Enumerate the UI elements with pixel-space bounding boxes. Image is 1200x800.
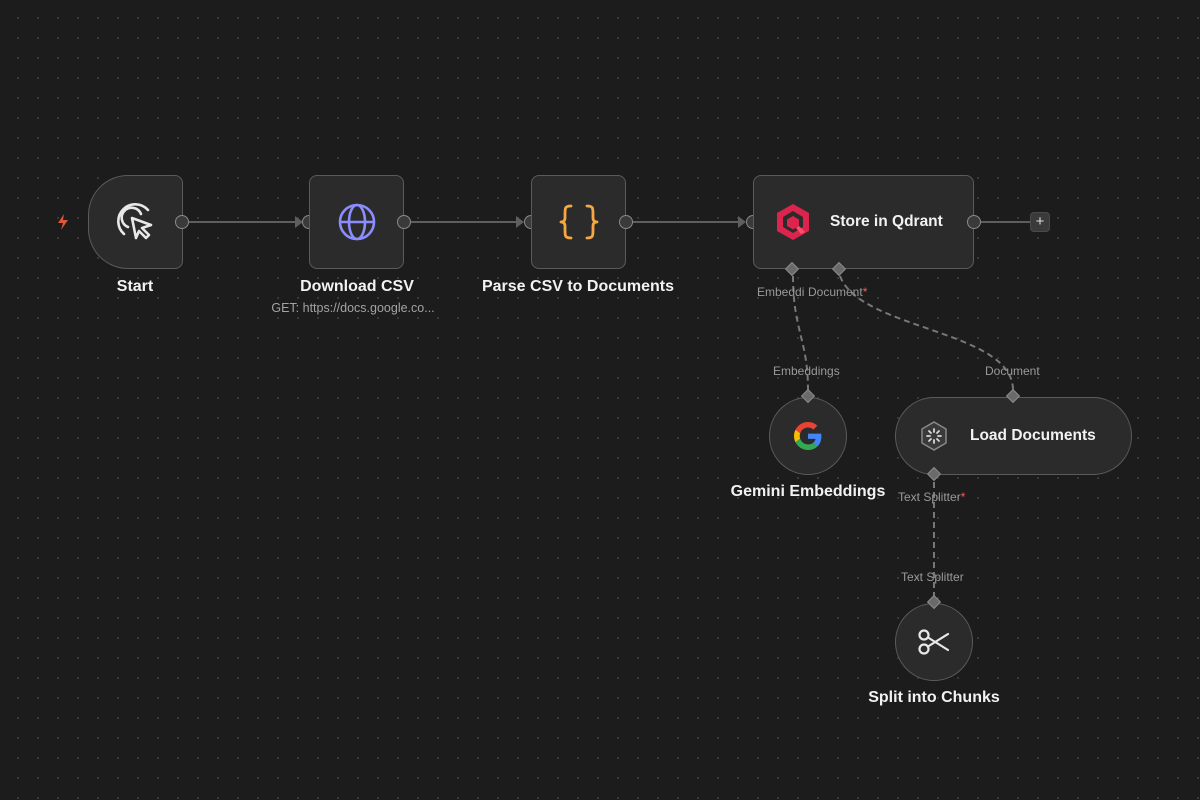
gemini-embeddings-node[interactable]: [769, 397, 847, 475]
load-documents-node[interactable]: Load Documents: [895, 397, 1132, 475]
trigger-bolt-icon: [58, 214, 68, 230]
arrowhead: [738, 216, 746, 228]
split-into-chunks-node[interactable]: [895, 603, 973, 681]
qdrant-embedding-label: Embeddi: [757, 285, 805, 299]
splitter-title: Split into Chunks: [868, 689, 1000, 706]
loader-text-splitter-label: Text Splitter*: [898, 490, 965, 504]
download-output-port[interactable]: [397, 215, 411, 229]
download-subtitle: GET: https://docs.google.co...: [271, 301, 435, 315]
download-csv-node[interactable]: [309, 175, 404, 269]
gemini-title: Gemini Embeddings: [730, 483, 886, 500]
qdrant-output-port[interactable]: [967, 215, 981, 229]
google-logo-icon: [794, 422, 822, 450]
gemini-input-label: Embeddings: [773, 364, 840, 378]
qdrant-logo-icon: [777, 204, 809, 240]
loader-input-label: Document: [985, 364, 1040, 378]
document-loader-icon: [921, 421, 947, 451]
store-in-qdrant-node[interactable]: Store in Qdrant: [753, 175, 974, 269]
loader-title: Load Documents: [970, 427, 1096, 444]
qdrant-document-label-text: Document: [808, 285, 863, 299]
scissors-icon: [918, 629, 950, 655]
start-output-port[interactable]: [175, 215, 189, 229]
start-node[interactable]: [88, 175, 183, 269]
parse-title: Parse CSV to Documents: [481, 278, 675, 295]
start-title: Start: [116, 278, 154, 295]
cursor-click-icon: [116, 203, 152, 240]
arrowhead: [516, 216, 524, 228]
loader-text-splitter-label-text: Text Splitter: [898, 490, 961, 504]
download-title: Download CSV: [300, 278, 414, 295]
parse-csv-node[interactable]: [531, 175, 626, 269]
required-mark: *: [960, 490, 966, 504]
qdrant-title: Store in Qdrant: [830, 213, 943, 230]
parse-output-port[interactable]: [619, 215, 633, 229]
add-node-button[interactable]: +: [1030, 212, 1050, 232]
globe-icon: [338, 203, 375, 241]
curly-braces-icon: [559, 204, 598, 240]
required-mark: *: [862, 285, 868, 299]
qdrant-document-label: Document*: [808, 285, 867, 299]
splitter-input-label: Text Splitter: [901, 570, 964, 584]
